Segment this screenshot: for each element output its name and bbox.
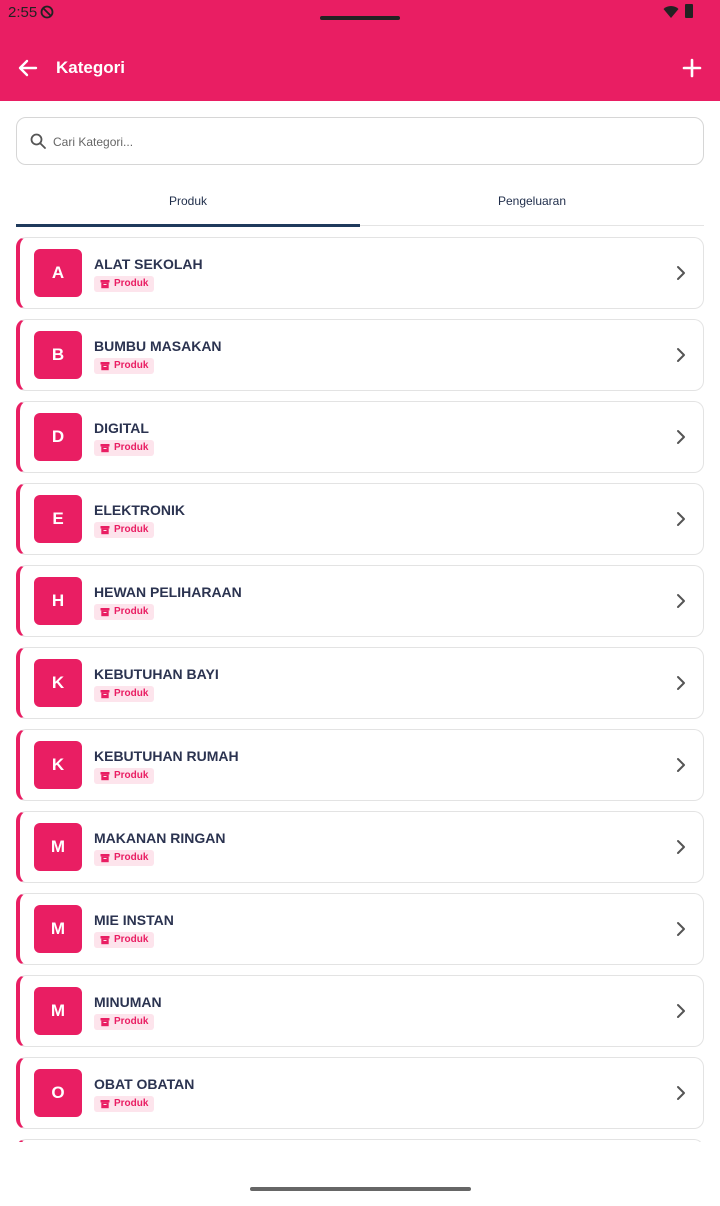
- archive-icon: [100, 280, 110, 289]
- category-type-label: Produk: [114, 278, 149, 289]
- category-type-label: Produk: [114, 1016, 149, 1027]
- category-type-label: Produk: [114, 360, 149, 371]
- category-type-badge: Produk: [94, 768, 155, 784]
- chevron-right-icon: [677, 676, 685, 690]
- chevron-right-icon: [677, 1004, 685, 1018]
- category-name: KEBUTUHAN BAYI: [94, 666, 219, 682]
- battery-icon: [685, 4, 693, 18]
- category-initial: M: [34, 905, 82, 953]
- wifi-icon: [663, 6, 679, 19]
- category-name: MAKANAN RINGAN: [94, 830, 226, 846]
- category-type-label: Produk: [114, 524, 149, 535]
- arrow-left-icon[interactable]: [14, 54, 42, 82]
- category-card[interactable]: M MAKANAN RINGAN Produk: [16, 811, 704, 883]
- category-initial: O: [34, 1069, 82, 1117]
- category-name: BUMBU MASAKAN: [94, 338, 222, 354]
- plus-icon[interactable]: [678, 54, 706, 82]
- category-card[interactable]: H HEWAN PELIHARAAN Produk: [16, 565, 704, 637]
- camera-pill: [320, 16, 400, 20]
- category-initial: M: [34, 823, 82, 871]
- category-type-label: Produk: [114, 442, 149, 453]
- chevron-right-icon: [677, 348, 685, 362]
- tab-bar: Produk Pengeluaran: [16, 180, 704, 227]
- tab-produk[interactable]: Produk: [16, 180, 360, 227]
- chevron-right-icon: [677, 758, 685, 772]
- category-name: OBAT OBATAN: [94, 1076, 195, 1092]
- category-card[interactable]: M MINUMAN Produk: [16, 975, 704, 1047]
- archive-icon: [100, 936, 110, 945]
- search-input[interactable]: [53, 128, 673, 156]
- chevron-right-icon: [677, 512, 685, 526]
- category-type-label: Produk: [114, 688, 149, 699]
- category-initial: B: [34, 331, 82, 379]
- category-type-badge: Produk: [94, 932, 155, 948]
- chevron-right-icon: [677, 1086, 685, 1100]
- category-initial: M: [34, 987, 82, 1035]
- category-name: DIGITAL: [94, 420, 149, 436]
- archive-icon: [100, 444, 110, 453]
- category-card[interactable]: B BUMBU MASAKAN Produk: [16, 319, 704, 391]
- category-card[interactable]: E ELEKTRONIK Produk: [16, 483, 704, 555]
- category-type-badge: Produk: [94, 850, 155, 866]
- archive-icon: [100, 854, 110, 863]
- archive-icon: [100, 1018, 110, 1027]
- category-initial: K: [34, 659, 82, 707]
- category-type-label: Produk: [114, 1098, 149, 1109]
- status-time: 2:55: [8, 4, 38, 21]
- category-initial: D: [34, 413, 82, 461]
- chevron-right-icon: [677, 266, 685, 280]
- archive-icon: [100, 526, 110, 535]
- category-type-label: Produk: [114, 852, 149, 863]
- app-bar: Kategori: [0, 34, 720, 101]
- category-type-label: Produk: [114, 934, 149, 945]
- category-name: MINUMAN: [94, 994, 162, 1010]
- category-initial: A: [34, 249, 82, 297]
- category-initial: K: [34, 741, 82, 789]
- category-initial: H: [34, 577, 82, 625]
- category-type-badge: Produk: [94, 276, 155, 292]
- category-type-label: Produk: [114, 606, 149, 617]
- category-card[interactable]: D DIGITAL Produk: [16, 401, 704, 473]
- category-list: A ALAT SEKOLAH Produk B BUMBU MASAKAN Produk D…: [16, 237, 704, 1142]
- dnd-icon: [40, 5, 54, 19]
- category-name: MIE INSTAN: [94, 912, 174, 928]
- chevron-right-icon: [677, 840, 685, 854]
- status-bar: 2:55: [0, 0, 720, 34]
- category-card[interactable]: K KEBUTUHAN BAYI Produk: [16, 647, 704, 719]
- category-type-badge: Produk: [94, 1014, 155, 1030]
- category-name: KEBUTUHAN RUMAH: [94, 748, 239, 764]
- category-card[interactable]: O OBAT OBATAN Produk: [16, 1057, 704, 1129]
- category-type-badge: Produk: [94, 440, 155, 456]
- category-card[interactable]: M MIE INSTAN Produk: [16, 893, 704, 965]
- category-initial: E: [34, 495, 82, 543]
- archive-icon: [100, 608, 110, 617]
- chevron-right-icon: [677, 430, 685, 444]
- category-type-badge: Produk: [94, 604, 155, 620]
- archive-icon: [100, 1100, 110, 1109]
- category-type-badge: Produk: [94, 522, 155, 538]
- page-title: Kategori: [56, 58, 125, 77]
- chevron-right-icon: [677, 922, 685, 936]
- search-icon: [30, 133, 46, 149]
- category-type-label: Produk: [114, 770, 149, 781]
- category-type-badge: Produk: [94, 1096, 155, 1112]
- archive-icon: [100, 690, 110, 699]
- category-card[interactable]: A ALAT SEKOLAH Produk: [16, 237, 704, 309]
- category-name: ELEKTRONIK: [94, 502, 185, 518]
- category-name: ALAT SEKOLAH: [94, 256, 203, 272]
- chevron-right-icon: [677, 594, 685, 608]
- search-box[interactable]: [16, 117, 704, 165]
- category-card-partial[interactable]: [16, 1139, 704, 1142]
- gesture-nav-bar[interactable]: [250, 1187, 471, 1191]
- category-type-badge: Produk: [94, 358, 155, 374]
- category-card[interactable]: K KEBUTUHAN RUMAH Produk: [16, 729, 704, 801]
- archive-icon: [100, 362, 110, 371]
- tab-pengeluaran[interactable]: Pengeluaran: [360, 180, 704, 226]
- category-name: HEWAN PELIHARAAN: [94, 584, 242, 600]
- archive-icon: [100, 772, 110, 781]
- category-type-badge: Produk: [94, 686, 155, 702]
